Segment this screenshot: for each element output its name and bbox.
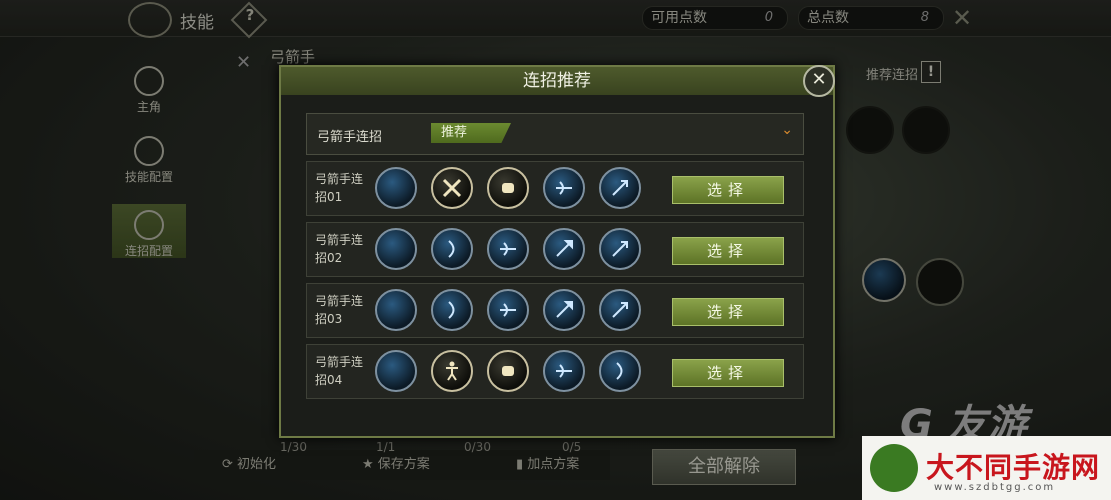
dialog-title: 连招推荐 [281, 67, 833, 95]
bow-draw-skill-icon [431, 228, 473, 270]
select-button[interactable]: 选择 [672, 359, 784, 387]
combo-row: 弓箭手连招03 选择 [306, 283, 804, 338]
bow-draw-skill-icon [431, 289, 473, 331]
combo-name: 弓箭手连招04 [315, 355, 364, 387]
watermark-text: 大不同手游网 [926, 451, 1101, 484]
orb-skill-icon [375, 350, 417, 392]
bow-skill-icon [543, 350, 585, 392]
combo-row: 弓箭手连招04 选择 [306, 344, 804, 399]
combo-name: 弓箭手连招03 [315, 294, 364, 326]
dropdown-label: 弓箭手连招 [317, 130, 383, 145]
fist-skill-icon [487, 350, 529, 392]
orb-skill-icon [375, 228, 417, 270]
leaf-logo-icon [870, 444, 918, 492]
chevron-down-icon[interactable]: ⌄ [781, 122, 793, 138]
spear-skill-icon [543, 228, 585, 270]
arrow-skill-icon [599, 228, 641, 270]
select-button[interactable]: 选择 [672, 298, 784, 326]
bow-skill-icon [543, 167, 585, 209]
combo-dropdown[interactable]: 弓箭手连招 推荐 ⌄ [306, 113, 804, 155]
arrow-skill-icon [599, 167, 641, 209]
orb-skill-icon [375, 167, 417, 209]
combo-name: 弓箭手连招01 [315, 172, 364, 204]
recommend-tag: 推荐 [431, 123, 511, 143]
bow-draw-skill-icon [599, 350, 641, 392]
combo-row: 弓箭手连招01 选择 [306, 161, 804, 216]
combo-row: 弓箭手连招02 选择 [306, 222, 804, 277]
bow-skill-icon [487, 289, 529, 331]
arrow-skill-icon [599, 289, 641, 331]
watermark: 大不同手游网 www.szdbtgg.com [862, 436, 1111, 500]
select-button[interactable]: 选择 [672, 176, 784, 204]
close-icon[interactable]: ✕ [803, 65, 835, 97]
crossed-swords-skill-icon [431, 167, 473, 209]
combo-name: 弓箭手连招02 [315, 233, 364, 265]
dancer-skill-icon [431, 350, 473, 392]
fist-skill-icon [487, 167, 529, 209]
select-button[interactable]: 选择 [672, 237, 784, 265]
orb-skill-icon [375, 289, 417, 331]
watermark-url: www.szdbtgg.com [934, 482, 1056, 493]
bow-skill-icon [487, 228, 529, 270]
spear-skill-icon [543, 289, 585, 331]
